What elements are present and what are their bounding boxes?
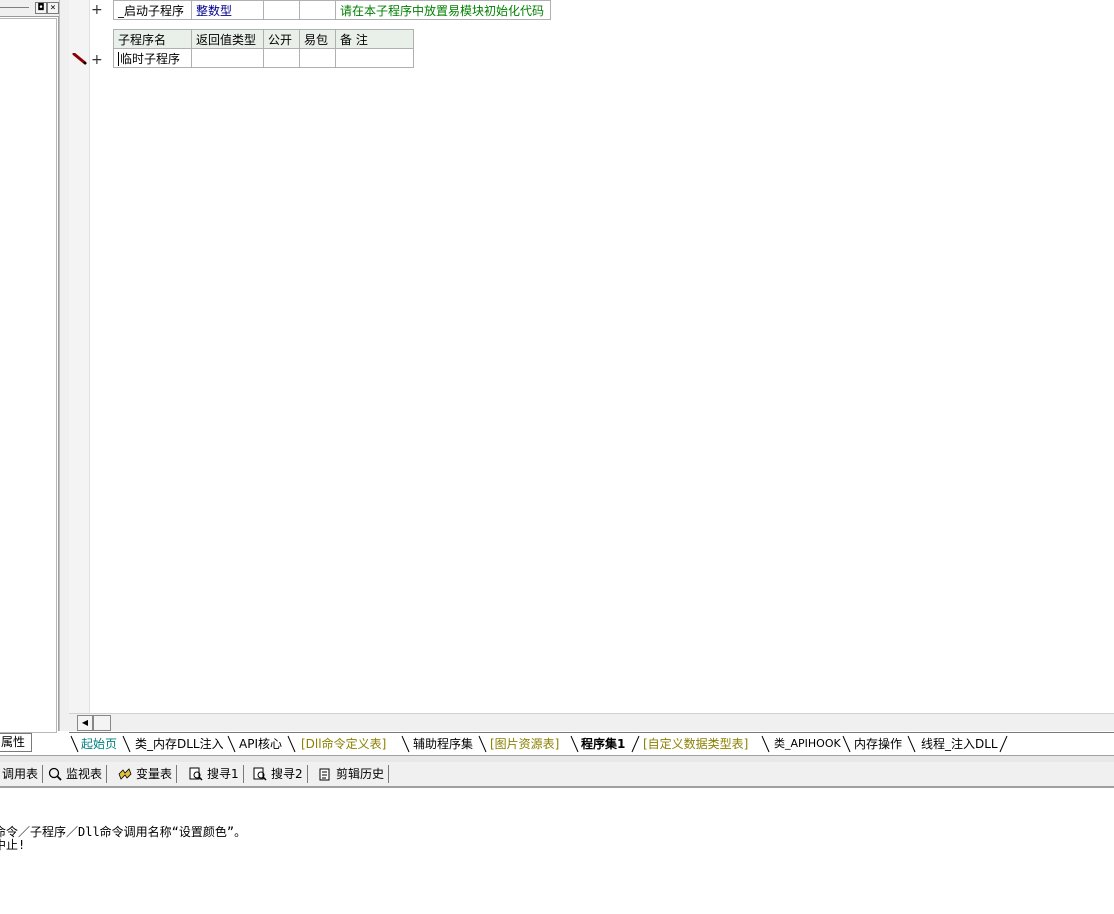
scroll-left-arrow-icon[interactable]: ◀ [77,715,93,731]
file-tab-bar: 起始页 类_内存DLL注入 API核心 [Dll命令定义表] 辅助程序集 [图片… [69,732,1114,755]
tab-call-table[interactable]: 调用表 [2,765,44,783]
tab-start-page[interactable]: 起始页 [81,736,117,752]
close-icon[interactable]: × [47,2,59,14]
watch-label: 监视表 [66,767,103,781]
tab-separator [570,735,580,753]
restore-icon[interactable]: ◘ [35,2,47,14]
bottom-tab-bar: 调用表 监视表 变量表 搜寻1 搜寻2 剪辑历史 [0,762,1114,788]
package-cell[interactable] [299,48,336,68]
search-doc-icon [253,767,267,781]
tab-separator [842,735,852,753]
variables-label: 变量表 [136,767,173,781]
clipboard-icon [318,767,332,781]
clip-history-label: 剪辑历史 [336,767,385,781]
tab-separator [287,735,297,753]
search-doc-icon [189,767,203,781]
header-return-type: 返回值类型 [191,29,264,49]
bottom-splitter[interactable] [0,755,1114,762]
output-line: 中止! [0,838,26,852]
public-cell[interactable] [263,48,300,68]
editor-gutter [69,0,90,713]
expand-plus-icon[interactable]: + [91,3,103,17]
tab-separator [227,735,237,753]
magnifier-icon [48,767,62,781]
scrollbar-thumb[interactable] [93,715,111,731]
tab-class-apihook[interactable]: 类_APIHOOK [774,736,841,752]
remark-cell[interactable]: 请在本子程序中放置易模块初始化代码 [335,0,551,20]
output-pane: 命令／子程序／Dll命令调用名称“设置颜色”。 中止! [0,788,1114,914]
variables-icon [118,767,132,781]
search-1-label: 搜寻1 [207,767,239,781]
expand-plus-icon[interactable]: + [91,53,103,67]
subroutine-name-cell[interactable]: 临时子程序 [113,48,192,68]
tab-image-resource-table[interactable]: [图片资源表] [490,736,559,752]
tab-api-core[interactable]: API核心 [239,736,282,752]
output-line: 命令／子程序／Dll命令调用名称“设置颜色”。 [0,825,247,839]
tab-separator [761,735,771,753]
tab-class-memory-dll-inject[interactable]: 类_内存DLL注入 [135,736,224,752]
tab-helper-assembly[interactable]: 辅助程序集 [413,736,473,752]
tab-search-2[interactable]: 搜寻2 [253,765,308,783]
header-name: 子程序名 [113,29,192,49]
package-cell[interactable] [299,0,336,20]
pen-icon [72,52,88,65]
header-public: 公开 [263,29,300,49]
left-panel-titlebar: ◘ × [0,0,62,17]
tab-properties[interactable]: 属性 [0,733,32,752]
header-package: 易包 [299,29,336,49]
text-caret-value[interactable]: 临时子程序 [118,51,181,66]
tab-separator [631,735,641,753]
titlebar-grip [0,7,29,8]
return-type-cell[interactable]: 整数型 [191,0,264,20]
remark-cell[interactable] [335,48,414,68]
tab-separator [401,735,411,753]
tab-separator [907,735,917,753]
tab-thread-inject-dll[interactable]: 线程_注入DLL [921,736,998,752]
table-header-row: 子程序名 返回值类型 公开 易包 备 注 [113,29,414,49]
tab-memory-ops[interactable]: 内存操作 [854,736,902,752]
tab-separator [478,735,488,753]
tab-watch[interactable]: 监视表 [48,765,108,783]
public-cell[interactable] [263,0,300,20]
tab-separator [999,735,1009,753]
tab-clip-history[interactable]: 剪辑历史 [318,765,390,783]
return-type-cell[interactable] [191,48,264,68]
tab-separator [122,735,132,753]
subroutine-table: 子程序名 返回值类型 公开 易包 备 注 临时子程序 [113,29,414,68]
tab-variables[interactable]: 变量表 [118,765,178,783]
table-row: _启动子程序 整数型 请在本子程序中放置易模块初始化代码 [113,0,551,20]
call-table-label: 调用表 [2,767,39,781]
horizontal-scrollbar[interactable]: ◀ [69,713,1114,731]
tab-custom-datatype-table[interactable]: [自定义数据类型表] [643,736,748,752]
header-remark: 备 注 [335,29,414,49]
subroutine-name-cell[interactable]: _启动子程序 [113,0,192,20]
tab-dll-command-table[interactable]: [Dll命令定义表] [301,736,386,752]
search-2-label: 搜寻2 [271,767,303,781]
property-list [0,18,57,733]
table-row: 临时子程序 [113,48,414,68]
tab-separator [70,735,80,753]
startup-subroutine-table: _启动子程序 整数型 请在本子程序中放置易模块初始化代码 [113,0,551,20]
tab-assembly-1[interactable]: 程序集1 [581,736,625,752]
tab-search-1[interactable]: 搜寻1 [189,765,244,783]
